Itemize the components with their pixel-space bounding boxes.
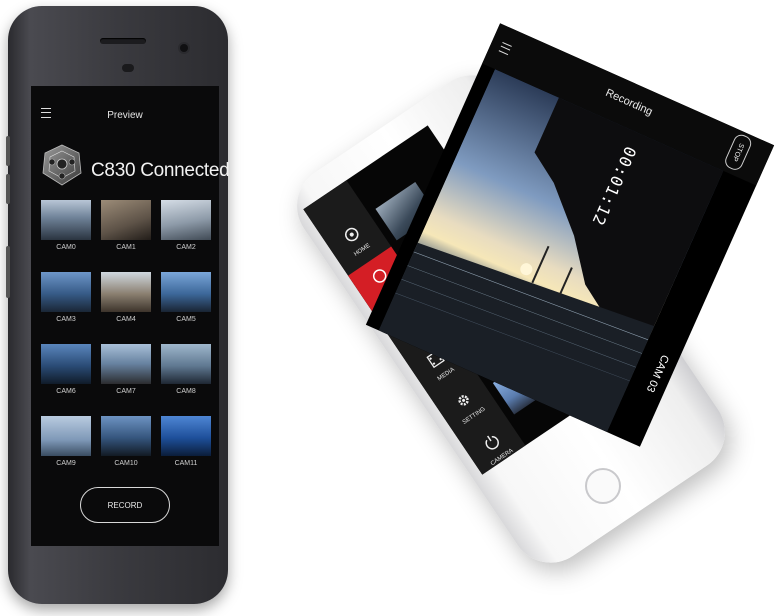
home-icon xyxy=(344,227,359,242)
home-button[interactable] xyxy=(585,468,621,504)
power-icon xyxy=(485,435,499,450)
gear-icon xyxy=(458,395,469,406)
right-phone-group: HOME REC PREVIEW MEDIA SETTING CAMERA xyxy=(0,0,782,616)
